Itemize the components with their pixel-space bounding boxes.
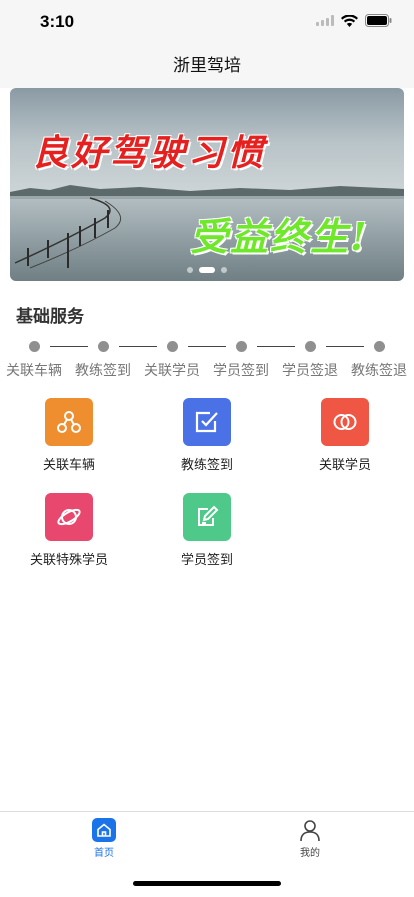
grid-item-label: 关联车辆 <box>42 458 95 473</box>
step-connector <box>326 346 364 347</box>
carousel-dot[interactable] <box>221 267 227 273</box>
carousel-dot-active[interactable] <box>199 267 215 273</box>
nav-bar: 浙里驾培 <box>0 44 414 88</box>
step-label: 学员签到 <box>213 363 269 379</box>
step-connector <box>188 346 226 347</box>
step-label: 学员签退 <box>282 363 338 379</box>
step-dot <box>305 341 316 352</box>
status-time: 3:10 <box>40 12 75 31</box>
step-dot <box>236 341 247 352</box>
carousel-dot[interactable] <box>187 267 193 273</box>
step-connector <box>257 346 295 347</box>
step-label: 教练签退 <box>351 363 407 379</box>
planet-icon <box>45 493 93 541</box>
wifi-icon <box>341 14 358 27</box>
banner-slogan-top: 良好驾驶习惯 <box>32 132 267 174</box>
tab-label: 我的 <box>300 848 320 859</box>
section-title: 基础服务 <box>16 307 84 327</box>
battery-icon <box>365 14 392 27</box>
rings-icon <box>321 398 369 446</box>
tab-label: 首页 <box>94 848 114 859</box>
link-special-student-button[interactable]: 关联特殊学员 <box>0 493 138 568</box>
step-label: 关联学员 <box>144 363 200 379</box>
coach-checkin-button[interactable]: 教练签到 <box>138 398 276 473</box>
step-label: 关联车辆 <box>6 363 62 379</box>
step-dot <box>167 341 178 352</box>
status-icons <box>316 14 392 27</box>
signal-icon <box>316 15 334 26</box>
grid-item-label: 学员签到 <box>180 553 233 568</box>
step-timeline: 关联车辆 教练签到 关联学员 学员签到 学员签退 教练签退 <box>0 338 414 379</box>
home-indicator[interactable] <box>133 881 281 886</box>
step-dot <box>374 341 385 352</box>
grid-item-label: 教练签到 <box>180 458 233 473</box>
page-title: 浙里驾培 <box>173 56 241 76</box>
grid-item-label: 关联特殊学员 <box>29 553 108 568</box>
step-dot <box>98 341 109 352</box>
person-icon <box>298 818 322 842</box>
checkbox-icon <box>183 398 231 446</box>
status-bar: 3:10 <box>0 0 414 44</box>
tab-home[interactable]: 首页 <box>74 818 134 859</box>
home-icon <box>92 818 116 842</box>
edit-note-icon <box>183 493 231 541</box>
link-vehicle-button[interactable]: 关联车辆 <box>0 398 138 473</box>
carousel-indicator <box>10 267 404 273</box>
tab-mine[interactable]: 我的 <box>280 818 340 859</box>
banner-slogan-bottom: 受益终生! <box>190 214 369 259</box>
step-label: 教练签到 <box>75 363 131 379</box>
step-connector <box>119 346 157 347</box>
link-student-button[interactable]: 关联学员 <box>276 398 414 473</box>
step-connector <box>50 346 88 347</box>
banner-carousel[interactable]: 良好驾驶习惯 受益终生! <box>10 88 404 281</box>
step-dot <box>29 341 40 352</box>
grid-item-label: 关联学员 <box>318 458 371 473</box>
student-checkin-button[interactable]: 学员签到 <box>138 493 276 568</box>
link-nodes-icon <box>45 398 93 446</box>
